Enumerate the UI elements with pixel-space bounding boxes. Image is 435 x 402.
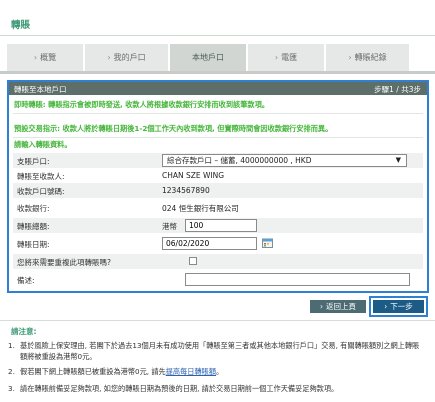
panel-title: 轉賬至本地戶口 (14, 85, 67, 94)
tab-bar-divider (0, 71, 435, 74)
payee-bank-value: 024 恒生銀行有限公司 (162, 204, 239, 213)
divider (13, 137, 423, 138)
repeat-row: 您將來需要重複此項轉賬嗎? (13, 254, 423, 269)
tab-transfer-records[interactable]: › 轉賬紀錄 (326, 44, 410, 71)
divider (13, 113, 423, 114)
next-button[interactable]: › 下一步 (373, 300, 424, 313)
remarks-input[interactable] (185, 273, 410, 286)
payee-bank-label: 收款銀行: (17, 204, 50, 213)
tab-label: 電匯 (281, 53, 298, 62)
payee-account-row: 收款戶口號碼: 1234567890 (13, 183, 423, 198)
scheduled-transfer-notice: 預設交易指示: 收款人將於轉賬日期後1-2個工作天內收到款項, 但實際時間會因收… (14, 124, 333, 133)
tab-telegraphic-transfer[interactable]: › 電匯 (248, 44, 325, 71)
notes-divider (0, 320, 435, 321)
chevron-right-icon: › (320, 302, 323, 311)
note-number: 2. (8, 367, 15, 376)
note-number: 3. (8, 384, 15, 393)
payee-bank-row: 收款銀行: 024 恒生銀行有限公司 (13, 200, 423, 215)
immediate-transfer-notice: 即時轉賬: 轉賬指示會被即時發送, 收款人將根據收款銀行安排而收到該筆款項。 (14, 100, 269, 109)
tab-my-accounts[interactable]: › 我的戶口 (85, 44, 169, 71)
transfer-form-panel: 轉賬至本地戶口 步驟1 / 共3步 即時轉賬: 轉賬指示會被即時發送, 收款人將… (7, 80, 429, 293)
payee-account-label: 收款戶口號碼: (17, 187, 65, 196)
amount-label: 轉賬總額: (17, 222, 50, 231)
note-text: 基於風險上保安理由, 若閣下於過去13個月未有成功使用「轉賬至第三者或其他本地銀… (20, 341, 420, 361)
payee-value: CHAN SZE WING (162, 171, 225, 180)
tab-local-account[interactable]: 本地戶口 (170, 44, 247, 71)
note-item: 3. 請在轉賬前備妥足夠款項, 如您的轉賬日期為預後的日期, 請於交易日期前一個… (8, 383, 425, 394)
next-button-label: 下一步 (390, 302, 413, 311)
chevron-right-icon: › (33, 53, 38, 62)
title-bar: 轉賬 (0, 0, 435, 36)
date-input[interactable] (162, 237, 257, 250)
repeat-checkbox[interactable] (189, 257, 197, 265)
note-number: 1. (8, 341, 15, 350)
chevron-right-icon: › (384, 302, 388, 311)
amount-currency: 港幣 (162, 222, 177, 231)
selected-account: 綜合存款戶口 – 儲蓄, 4000000000 , HKD (167, 156, 312, 165)
title-divider (0, 35, 435, 36)
from-account-row: 支賬戶口: 綜合存款戶口 – 儲蓄, 4000000000 , HKD ▼ (13, 153, 423, 168)
input-instruction: 請輸入轉賬資料。 (14, 140, 72, 149)
note-item: 2. 假若閣下網上轉賬額已被重設為港幣0元, 請先提高每日轉賬額。 (8, 366, 425, 377)
payee-label: 轉賬至收款人: (17, 172, 65, 181)
note-text-end: 。 (216, 367, 224, 376)
panel-header: 轉賬至本地戶口 步驟1 / 共3步 (9, 82, 427, 95)
tab-label: 本地戶口 (192, 53, 224, 62)
tab-bar: › 概覽 › 我的戶口 本地戶口 › 電匯 › 轉賬紀錄 (0, 44, 435, 71)
remarks-row: 備述: (13, 272, 423, 287)
next-button-highlight: › 下一步 (369, 296, 428, 317)
back-button[interactable]: › 返回上頁 (310, 300, 366, 313)
amount-row: 轉賬總額: 港幣 (13, 218, 423, 233)
chevron-right-icon: › (107, 53, 111, 62)
back-button-label: 返回上頁 (326, 302, 356, 311)
notes-title: 請注意: (11, 327, 37, 336)
tab-label: 我的戶口 (113, 53, 146, 62)
date-label: 轉賬日期: (17, 240, 50, 249)
tab-label: 概覽 (40, 53, 57, 62)
note-text: 請在轉賬前備妥足夠款項, 如您的轉賬日期為預後的日期, 請於交易日期前一個工作天… (20, 384, 339, 393)
repeat-label: 您將來需要重複此項轉賬嗎? (17, 258, 111, 267)
payee-account-value: 1234567890 (162, 186, 210, 195)
dropdown-arrow-icon: ▼ (395, 156, 401, 164)
date-row: 轉賬日期: (13, 236, 423, 251)
payee-row: 轉賬至收款人: CHAN SZE WING (13, 168, 423, 183)
from-account-select[interactable]: 綜合存款戶口 – 儲蓄, 4000000000 , HKD ▼ (162, 154, 407, 167)
raise-daily-limit-link[interactable]: 提高每日轉賬額 (166, 367, 216, 376)
amount-input[interactable] (185, 219, 257, 232)
note-text: 假若閣下網上轉賬額已被重設為港幣0元, 請先 (20, 367, 166, 376)
calendar-icon[interactable] (262, 238, 273, 248)
note-item: 1. 基於風險上保安理由, 若閣下於過去13個月未有成功使用「轉賬至第三者或其他… (8, 340, 425, 362)
page-title: 轉賬 (11, 20, 31, 31)
remarks-label: 備述: (17, 276, 35, 285)
tab-overview[interactable]: › 概覽 (7, 44, 84, 71)
chevron-right-icon: › (274, 53, 279, 62)
from-account-label: 支賬戶口: (17, 157, 50, 166)
tab-label: 轉賬紀錄 (354, 53, 387, 62)
step-indicator: 步驟1 / 共3步 (374, 85, 421, 94)
chevron-right-icon: › (348, 53, 352, 62)
